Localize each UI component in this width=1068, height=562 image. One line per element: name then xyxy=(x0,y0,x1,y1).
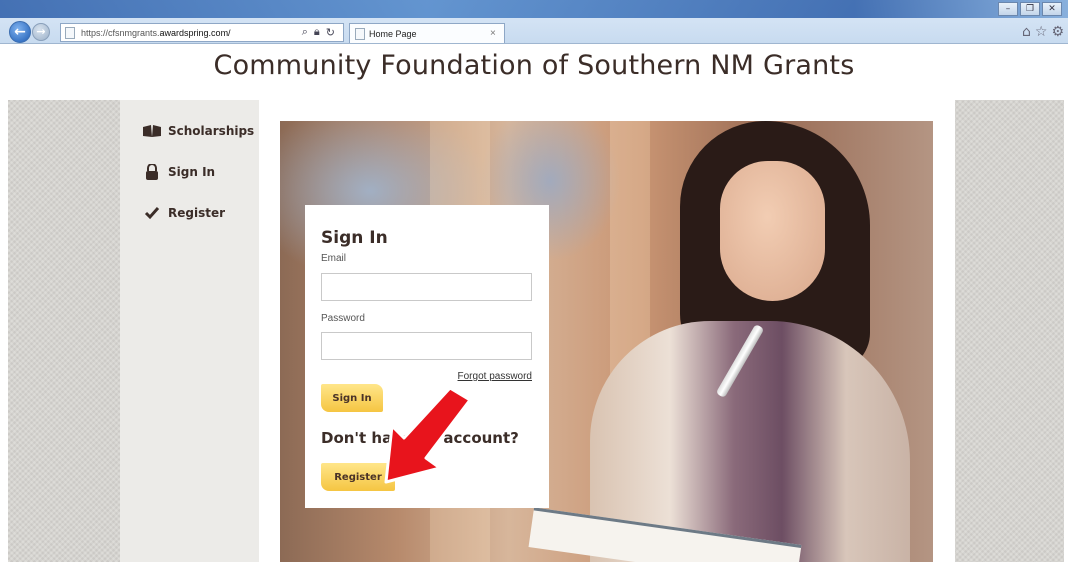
address-controls: ⌕ 🔒︎ ↻ xyxy=(302,26,343,39)
email-field[interactable] xyxy=(321,273,532,301)
sidebar-item-label: Sign In xyxy=(168,165,216,179)
restore-icon[interactable]: ❐ xyxy=(1020,2,1040,16)
close-tab-icon[interactable]: × xyxy=(490,28,504,39)
no-account-text: Don't have an account? xyxy=(321,429,519,447)
refresh-icon[interactable]: ↻ xyxy=(326,26,335,39)
sidebar-item-scholarships[interactable]: Scholarships xyxy=(142,124,254,138)
password-field[interactable] xyxy=(321,332,532,360)
tab-page-icon xyxy=(355,27,365,40)
address-bar[interactable]: https://cfsnmgrants.awardspring.com/ ⌕ 🔒… xyxy=(60,23,344,42)
browser-toolbar-right: ⌂ ☆ ⚙ xyxy=(1022,24,1064,40)
back-arrow-icon[interactable]: ← xyxy=(9,21,31,43)
url-domain: awardspring.com/ xyxy=(159,27,231,38)
sign-in-card: Sign In Email Password Forgot password S… xyxy=(305,205,549,508)
hero-image: Sign In Email Password Forgot password S… xyxy=(280,121,933,562)
checkmark-icon xyxy=(142,206,162,220)
sidebar-item-register[interactable]: Register xyxy=(142,206,225,220)
window-titlebar xyxy=(0,0,1068,18)
background-pattern-right xyxy=(955,100,1064,562)
favorites-star-icon[interactable]: ☆ xyxy=(1035,24,1048,40)
gear-icon[interactable]: ⚙ xyxy=(1051,24,1064,40)
close-window-icon[interactable]: ✕ xyxy=(1042,2,1062,16)
email-label: Email xyxy=(321,253,347,264)
window-controls: – ❐ ✕ xyxy=(998,2,1062,16)
forward-arrow-icon[interactable]: → xyxy=(32,23,50,41)
page-icon xyxy=(65,26,75,39)
forgot-password-link[interactable]: Forgot password xyxy=(458,371,532,382)
register-button[interactable]: Register xyxy=(321,463,395,491)
home-icon[interactable]: ⌂ xyxy=(1022,24,1031,40)
browser-chrome: – ❐ ✕ ← → https://cfsnmgrants.awardsprin… xyxy=(0,0,1068,44)
background-pattern-left xyxy=(8,100,120,562)
sign-in-button[interactable]: Sign In xyxy=(321,384,383,412)
sidebar-item-label: Scholarships xyxy=(168,124,255,138)
main-content: Sign In Email Password Forgot password S… xyxy=(259,100,955,562)
search-icon[interactable]: ⌕ xyxy=(302,26,308,39)
sidebar: Scholarships Sign In Register xyxy=(120,100,259,562)
tab-title: Home Page xyxy=(369,28,417,39)
site-title: Community Foundation of Southern NM Gran… xyxy=(213,50,855,81)
password-label: Password xyxy=(321,313,365,324)
address-url[interactable]: https://cfsnmgrants.awardspring.com/ xyxy=(81,28,302,38)
tab-home-page[interactable]: Home Page × xyxy=(349,23,505,43)
sidebar-item-label: Register xyxy=(168,206,226,220)
lock-padlock-icon[interactable]: 🔒︎ xyxy=(314,26,320,39)
book-icon xyxy=(142,124,162,138)
url-prefix: https://cfsnmgrants. xyxy=(81,27,160,38)
sign-in-heading: Sign In xyxy=(321,228,388,248)
lock-icon xyxy=(142,164,162,180)
sidebar-item-sign-in[interactable]: Sign In xyxy=(142,164,215,180)
minimize-icon[interactable]: – xyxy=(998,2,1018,16)
